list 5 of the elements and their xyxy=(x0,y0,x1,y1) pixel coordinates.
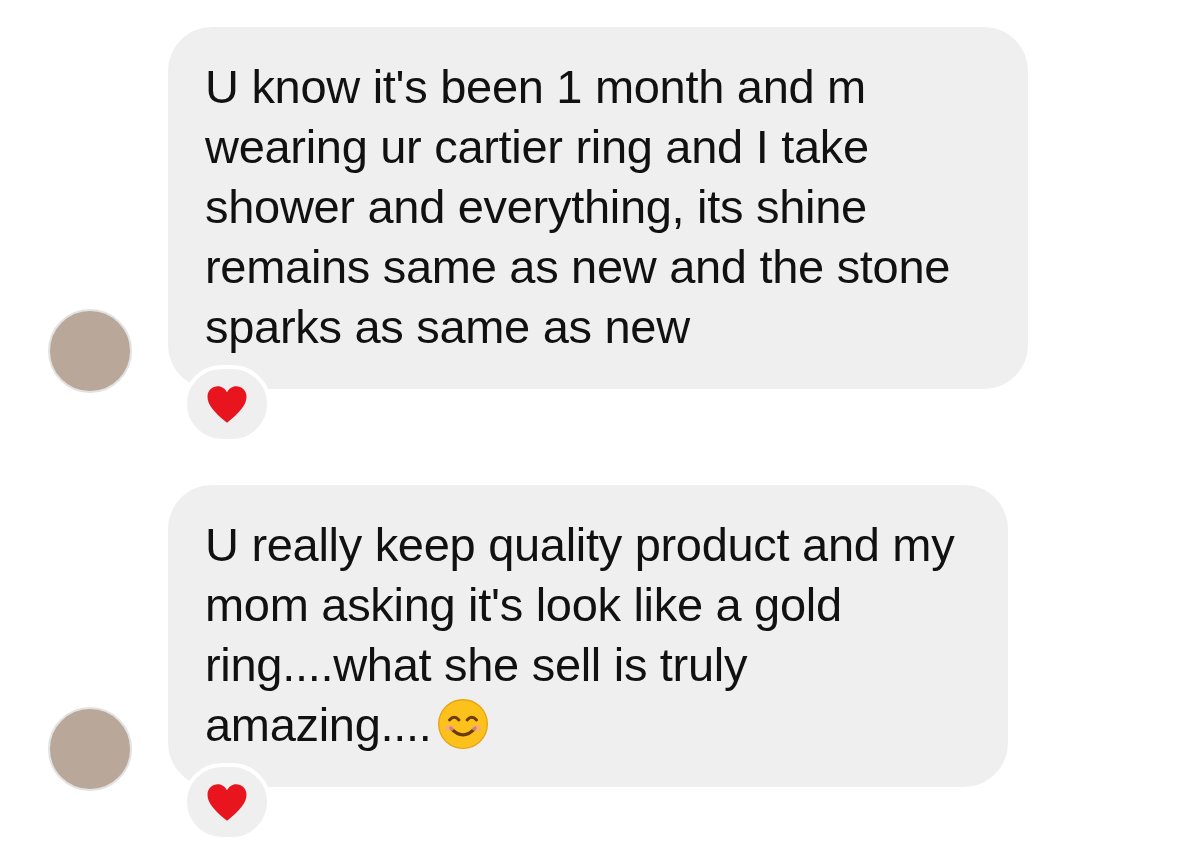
smiling-face-icon xyxy=(435,697,490,751)
message-text: U really keep quality product and my mom asking it's look like a gold ring....what she sell is truly amazing.... xyxy=(205,517,956,753)
message-text: U know it's been 1 month and m wearing ur cartier ring and I take shower and everything, its shine remains same as new and the stone sparks as same as new xyxy=(205,59,952,355)
heart-icon xyxy=(206,384,248,424)
heart-icon xyxy=(206,782,248,822)
